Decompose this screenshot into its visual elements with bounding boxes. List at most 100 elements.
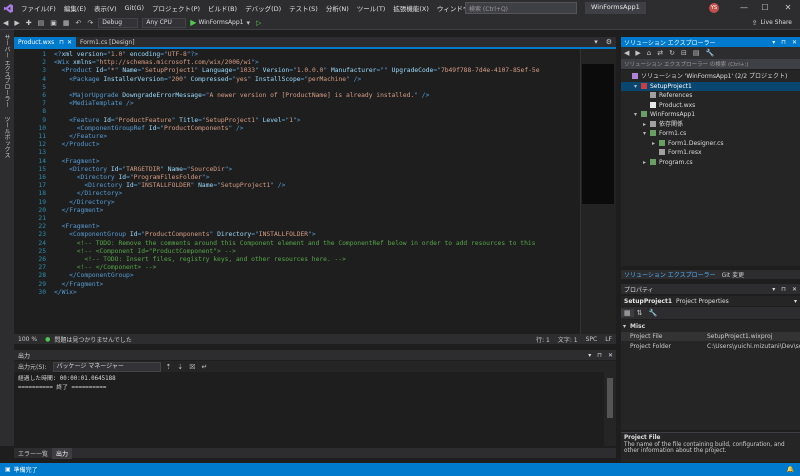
tree-item[interactable]: ▸ Program.cs xyxy=(621,158,800,167)
tab-solution-explorer[interactable]: ソリューション エクスプローラー xyxy=(621,270,719,279)
collapse-arrow-icon[interactable]: ▸ xyxy=(643,158,650,167)
menu-item[interactable]: デバッグ(D) xyxy=(241,3,285,13)
tab-git-changes[interactable]: Git 変更 xyxy=(719,270,748,279)
tree-item[interactable]: ▸ 依存関係 xyxy=(621,120,800,129)
next-message-icon[interactable]: ⇣ xyxy=(174,363,186,371)
code-line[interactable]: <MajorUpgrade DowngradeErrorMessage="A n… xyxy=(54,92,429,100)
code-line[interactable]: <Directory Id="INSTALLFOLDER" Name="Setu… xyxy=(54,182,285,190)
tab-output[interactable]: 出力 xyxy=(52,447,73,459)
code-line[interactable]: <Directory Id="TARGETDIR" Name="SourceDi… xyxy=(54,166,232,174)
column-indicator[interactable]: 文字: 1 xyxy=(554,335,582,344)
output-source-select[interactable]: パッケージ マネージャー xyxy=(52,361,161,372)
home-icon[interactable]: ⌂ xyxy=(644,49,654,57)
settings-gear-icon[interactable]: ⚙ xyxy=(602,38,616,46)
run-without-debug-icon[interactable]: ▷ xyxy=(253,19,264,27)
code-line[interactable]: </Product> xyxy=(54,141,100,149)
code-line[interactable]: <ComponentGroup Id="ProductComponents" D… xyxy=(54,231,316,239)
menu-item[interactable]: ファイル(F) xyxy=(17,3,60,13)
tab-product-wxs[interactable]: Product.wxs ⊓ ✕ xyxy=(14,37,76,47)
tree-item[interactable]: ▾ SetupProject1 xyxy=(621,81,800,91)
issues-status[interactable]: 問題は見つかりませんでした xyxy=(54,335,132,344)
minimize-button[interactable]: — xyxy=(736,2,752,14)
live-share-icon[interactable]: ⇪ xyxy=(749,19,761,27)
alphabetical-icon[interactable]: ⇅ xyxy=(634,309,646,317)
panel-dropdown-icon[interactable]: ▾ xyxy=(769,39,778,46)
open-folder-icon[interactable]: ▤ xyxy=(35,19,48,27)
clear-all-icon[interactable]: ☒ xyxy=(186,363,198,371)
back-icon[interactable]: ◀ xyxy=(621,49,632,57)
new-item-icon[interactable]: ✚ xyxy=(23,19,35,27)
property-category[interactable]: ▾ Misc xyxy=(621,322,800,331)
expand-arrow-icon[interactable]: ▾ xyxy=(643,129,650,138)
menu-item[interactable]: Git(G) xyxy=(121,4,149,12)
solution-config-select[interactable]: Debug xyxy=(98,17,139,28)
toolbox-tab[interactable]: ツールボックス xyxy=(0,112,13,162)
platform-select[interactable]: Any CPU xyxy=(142,17,187,28)
zoom-level[interactable]: 100 % xyxy=(14,336,41,343)
solution-explorer-search-input[interactable]: ソリューション エクスプローラー の検索 (Ctrl+;) xyxy=(621,59,800,69)
start-debug-button[interactable]: WinFormsApp1 xyxy=(198,19,243,26)
tab-error-list[interactable]: エラー一覧 xyxy=(14,448,52,459)
collapse-all-icon[interactable]: ⊟ xyxy=(678,49,690,57)
code-line[interactable]: <Directory Id="ProgramFilesFolder"> xyxy=(54,174,210,182)
tree-item[interactable]: Form1.resx xyxy=(621,148,800,157)
undo-icon[interactable]: ↶ xyxy=(73,19,85,27)
property-pages-icon[interactable]: 🔧 xyxy=(646,309,661,317)
switch-views-icon[interactable]: ⇄ xyxy=(654,49,666,57)
close-panel-icon[interactable]: ✕ xyxy=(789,39,800,46)
panel-dropdown-icon[interactable]: ▾ xyxy=(585,352,594,359)
code-line[interactable]: <MediaTemplate /> xyxy=(54,100,133,108)
tree-item[interactable]: References xyxy=(621,91,800,100)
forward-icon[interactable]: ▶ xyxy=(11,19,22,27)
code-line[interactable]: <!-- <Component Id="ProductComponent"> -… xyxy=(54,248,236,256)
tree-item[interactable]: Product.wxs xyxy=(621,101,800,110)
collapse-arrow-icon[interactable]: ▸ xyxy=(652,139,659,148)
line-ending[interactable]: LF xyxy=(601,336,616,343)
collapse-arrow-icon[interactable]: ▸ xyxy=(643,120,650,129)
code-line[interactable]: <Feature Id="ProductFeature" Title="Setu… xyxy=(54,117,300,125)
pin-icon[interactable]: ⊓ xyxy=(778,286,789,293)
scrollbar-thumb[interactable] xyxy=(607,378,613,418)
tree-item[interactable]: ▸ Form1.Designer.cs xyxy=(621,139,800,148)
menu-item[interactable]: 表示(V) xyxy=(90,3,121,13)
close-button[interactable]: ✕ xyxy=(780,2,796,14)
collapse-icon[interactable]: ▾ xyxy=(623,322,626,331)
tree-item[interactable]: ▾ WinFormsApp1 xyxy=(621,110,800,119)
menu-item[interactable]: プロジェクト(P) xyxy=(148,3,204,13)
code-line[interactable]: <Product Id="*" Name="SetupProject1" Lan… xyxy=(54,67,540,75)
tree-item[interactable]: ▾ Form1.cs xyxy=(621,129,800,138)
panel-dropdown-icon[interactable]: ▾ xyxy=(769,286,778,293)
output-scrollbar[interactable] xyxy=(604,372,616,446)
property-row[interactable]: Project File SetupProject1.wixproj xyxy=(621,332,800,341)
close-panel-icon[interactable]: ✕ xyxy=(605,352,616,359)
minimap-viewport[interactable] xyxy=(582,64,614,204)
tree-item[interactable]: ソリューション 'WinFormsApp1' (2/2 プロジェクト) xyxy=(621,72,800,81)
pin-icon[interactable]: ⊓ xyxy=(594,352,605,359)
code-line[interactable]: <ComponentGroupRef Id="ProductComponents… xyxy=(54,125,244,133)
back-icon[interactable]: ◀ xyxy=(0,19,11,27)
menu-item[interactable]: 拡張機能(X) xyxy=(389,3,433,13)
notifications-icon[interactable]: 🔔 xyxy=(781,466,800,473)
save-icon[interactable]: ▣ xyxy=(47,19,60,27)
code-line[interactable]: </ComponentGroup> xyxy=(54,272,133,280)
tab-overflow-icon[interactable]: ▾ xyxy=(590,38,602,46)
properties-wrench-icon[interactable]: 🔧 xyxy=(702,49,717,57)
redo-icon[interactable]: ↷ xyxy=(84,19,96,27)
properties-object-selector[interactable]: SetupProject1 Project Properties ▾ xyxy=(621,296,800,306)
close-tab-icon[interactable]: ✕ xyxy=(67,39,72,46)
property-value[interactable]: C:\Users\yuichi.mizutani\Dev\sou xyxy=(707,342,800,351)
find-message-icon[interactable]: ⇡ xyxy=(163,363,175,371)
expand-arrow-icon[interactable]: ▾ xyxy=(634,110,641,119)
pin-icon[interactable]: ⊓ xyxy=(778,39,789,46)
server-explorer-tab[interactable]: サーバー エクスプローラー xyxy=(0,30,13,112)
show-all-files-icon[interactable]: ▤ xyxy=(690,49,703,57)
avatar[interactable]: YS xyxy=(709,3,719,13)
property-value[interactable]: SetupProject1.wixproj xyxy=(707,332,800,341)
menu-item[interactable]: テスト(S) xyxy=(285,3,322,13)
forward-icon[interactable]: ▶ xyxy=(632,49,643,57)
tab-form1-design[interactable]: Form1.cs [Design] xyxy=(76,37,139,47)
close-panel-icon[interactable]: ✕ xyxy=(789,286,800,293)
run-dropdown-icon[interactable]: ▾ xyxy=(244,19,254,27)
search-input[interactable]: 検索 (Ctrl+Q) xyxy=(465,2,577,14)
pin-icon[interactable]: ⊓ xyxy=(59,39,64,46)
